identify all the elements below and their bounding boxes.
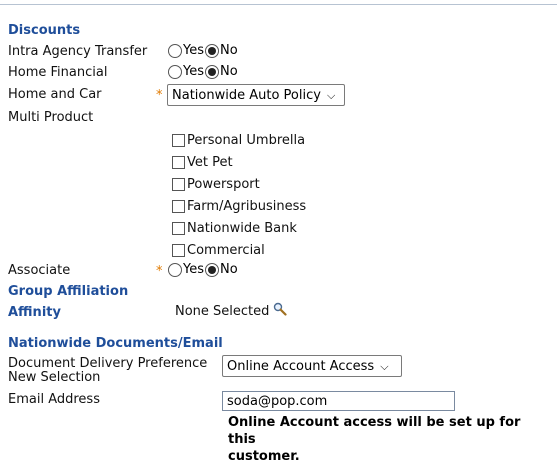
commercial-checkbox[interactable] xyxy=(172,244,185,257)
associate-yes-label: Yes xyxy=(183,262,204,277)
chevron-down-icon: ⌵ xyxy=(380,359,389,373)
associate-radio-group: Yes No xyxy=(168,262,239,277)
online-access-note-line1: Online Account access will be set up for… xyxy=(228,415,521,447)
delivery-preference-value: Online Account Access xyxy=(227,358,375,374)
personal-umbrella-label: Personal Umbrella xyxy=(187,133,306,148)
personal-umbrella-checkbox[interactable] xyxy=(172,134,185,147)
home-financial-no-radio[interactable] xyxy=(205,64,219,79)
associate-yes-radio[interactable] xyxy=(168,262,182,277)
powersport-label: Powersport xyxy=(187,177,260,192)
multi-product-option[interactable]: Commercial xyxy=(172,243,265,258)
multi-product-option[interactable]: Vet Pet xyxy=(172,155,233,170)
multi-product-option[interactable]: Personal Umbrella xyxy=(172,133,305,148)
home-financial-no-label: No xyxy=(220,64,238,79)
farm-agribusiness-checkbox[interactable] xyxy=(172,200,185,213)
intra-agency-no-radio[interactable] xyxy=(205,43,219,58)
vet-pet-label: Vet Pet xyxy=(187,155,233,170)
home-financial-yes-label: Yes xyxy=(183,64,204,79)
multi-product-label: Multi Product xyxy=(8,110,94,125)
home-and-car-label: Home and Car xyxy=(8,87,102,102)
intra-agency-yes-radio[interactable] xyxy=(168,43,182,58)
email-address-value: soda@pop.com xyxy=(227,393,328,409)
top-divider xyxy=(0,4,557,5)
delivery-preference-label-line2: New Selection xyxy=(8,370,101,385)
online-access-note: Online Account access will be set up for… xyxy=(228,414,548,465)
multi-product-option[interactable]: Nationwide Bank xyxy=(172,221,297,236)
affinity-value: None Selected xyxy=(175,304,270,319)
discounts-heading: Discounts xyxy=(8,23,81,38)
associate-no-radio[interactable] xyxy=(205,262,219,277)
group-affiliation-heading: Group Affiliation xyxy=(8,284,129,299)
home-financial-radio-group: Yes No xyxy=(168,64,239,79)
delivery-preference-label-line1: Document Delivery Preference xyxy=(8,356,208,371)
magnifier-icon[interactable] xyxy=(273,302,287,320)
documents-heading: Nationwide Documents/Email xyxy=(8,336,223,351)
online-access-note-line2: customer. xyxy=(228,449,300,464)
nationwide-bank-checkbox[interactable] xyxy=(172,222,185,235)
commercial-label: Commercial xyxy=(187,243,265,258)
nationwide-bank-label: Nationwide Bank xyxy=(187,221,297,236)
vet-pet-checkbox[interactable] xyxy=(172,156,185,169)
farm-agribusiness-label: Farm/Agribusiness xyxy=(187,199,307,214)
home-and-car-required-marker: * xyxy=(156,88,163,103)
intra-agency-radio-group: Yes No xyxy=(168,43,239,58)
email-address-label: Email Address xyxy=(8,392,100,407)
delivery-preference-select[interactable]: Online Account Access ⌵ xyxy=(222,355,402,377)
home-and-car-select-value: Nationwide Auto Policy xyxy=(172,87,321,103)
home-financial-label: Home Financial xyxy=(8,65,108,80)
multi-product-option[interactable]: Powersport xyxy=(172,177,260,192)
email-address-input[interactable]: soda@pop.com xyxy=(222,391,455,411)
home-and-car-select[interactable]: Nationwide Auto Policy ⌵ xyxy=(167,84,345,106)
delivery-preference-label: Document Delivery Preference New Selecti… xyxy=(8,357,207,385)
affinity-label: Affinity xyxy=(8,305,61,320)
associate-required-marker: * xyxy=(156,264,163,279)
home-financial-yes-radio[interactable] xyxy=(168,64,182,79)
chevron-down-icon: ⌵ xyxy=(326,88,336,102)
multi-product-option[interactable]: Farm/Agribusiness xyxy=(172,199,306,214)
associate-label: Associate xyxy=(8,263,71,278)
powersport-checkbox[interactable] xyxy=(172,178,185,191)
intra-agency-yes-label: Yes xyxy=(183,43,204,58)
intra-agency-label: Intra Agency Transfer xyxy=(8,44,148,59)
associate-no-label: No xyxy=(220,262,238,277)
intra-agency-no-label: No xyxy=(220,43,238,58)
